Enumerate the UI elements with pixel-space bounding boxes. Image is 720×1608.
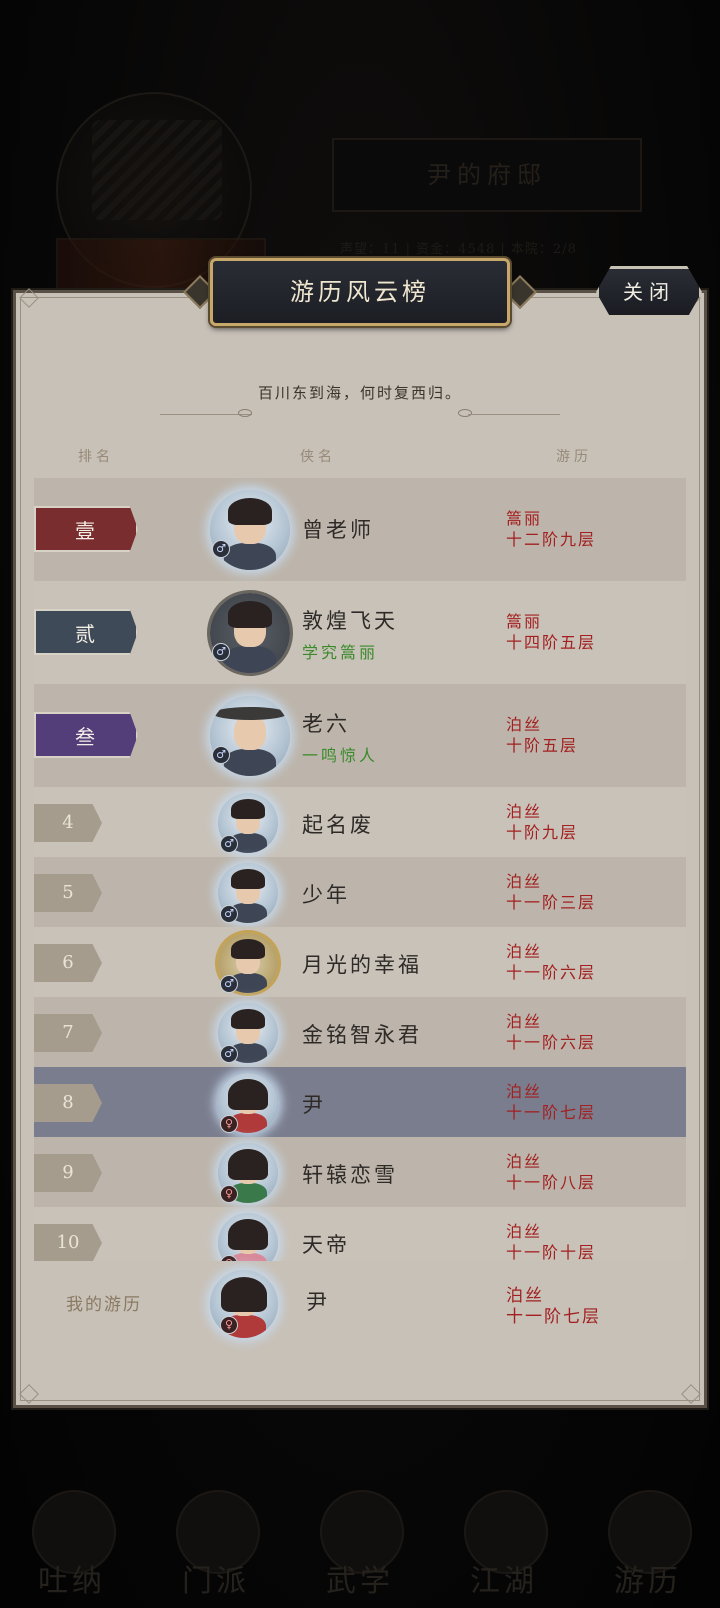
male-icon: ♂ [220, 905, 238, 923]
leaderboard-row[interactable]: 6 ♂ 月光的幸福 泊丝十一阶六层 [34, 927, 686, 997]
realm-name: 篙丽 [506, 612, 543, 631]
player-realm: 泊丝 十一阶六层 [506, 941, 596, 983]
dialog-subtitle: 百川东到海，何时复西归。 [257, 384, 462, 402]
player-name: 月光的幸福 [302, 953, 422, 977]
realm-name: 泊丝 [506, 1222, 543, 1241]
leaderboard-row[interactable]: 4 ♂ 起名废 泊丝十阶九层 [34, 787, 686, 857]
player-avatar [218, 1213, 278, 1261]
player-realm: 泊丝 十一阶三层 [506, 871, 596, 913]
realm-level: 十一阶六层 [506, 1033, 597, 1052]
player-name: 曾老师 [302, 518, 374, 542]
dialog-title: 游历风云榜 [210, 258, 510, 326]
male-icon: ♂ [212, 746, 230, 764]
cloud-ornament-icon [458, 409, 472, 417]
player-name: 天帝 [302, 1233, 350, 1257]
male-icon: ♂ [212, 540, 230, 558]
player-name: 轩辕恋雪 [302, 1163, 398, 1187]
male-icon: ♂ [212, 643, 230, 661]
leaderboard-row[interactable]: 7 ♂ 金铭智永君 泊丝十一阶六层 [34, 997, 686, 1067]
realm-level: 十一阶六层 [506, 963, 597, 982]
my-realm: 泊丝 十一阶七层 [506, 1286, 601, 1328]
player-title: 一鸣惊人 [302, 746, 379, 765]
realm-name: 泊丝 [506, 1012, 543, 1031]
leaderboard-row[interactable]: 5 ♂ 少年 泊丝十一阶三层 [34, 857, 686, 927]
header-name: 侠名 [300, 449, 336, 465]
leaderboard-list: 壹 ♂ 曾老师 篙丽 十二阶九层 贰 ♂ 敦煌飞天 学究篙丽 篙丽 十四阶五层 叁 … [34, 478, 686, 1261]
player-realm: 泊丝 十阶九层 [506, 801, 578, 843]
realm-name: 泊丝 [506, 1286, 544, 1306]
leaderboard-row[interactable]: 贰 ♂ 敦煌飞天 学究篙丽 篙丽十四阶五层 [34, 581, 686, 684]
player-name: 起名废 [302, 813, 374, 837]
realm-name: 篙丽 [506, 509, 543, 528]
player-realm: 篙丽 十四阶五层 [506, 611, 596, 653]
female-icon: ♀ [220, 1185, 238, 1203]
header-realm: 游历 [556, 449, 592, 465]
player-realm: 泊丝 十一阶八层 [506, 1151, 596, 1193]
rank-badge: 8 [34, 1084, 102, 1122]
leaderboard-row[interactable]: 叁 ♂ 老六 一鸣惊人 泊丝十阶五层 [34, 684, 686, 787]
female-icon: ♀ [220, 1316, 238, 1334]
realm-level: 十阶九层 [506, 823, 579, 842]
male-icon: ♂ [220, 975, 238, 993]
player-name: 老六 [302, 712, 350, 736]
realm-level: 十一阶八层 [506, 1173, 597, 1192]
realm-level: 十一阶七层 [506, 1103, 597, 1122]
rank-badge: 壹 [34, 506, 138, 552]
player-realm: 泊丝 十一阶六层 [506, 1011, 596, 1053]
realm-name: 泊丝 [506, 1152, 543, 1171]
close-button[interactable]: 关闭 [596, 266, 702, 318]
rank-badge: 贰 [34, 609, 138, 655]
divider [468, 414, 560, 415]
leaderboard-row-current-player[interactable]: 8 ♀ 尹 泊丝十一阶七层 [34, 1067, 686, 1137]
player-name: 敦煌飞天 [302, 609, 398, 633]
rank-badge: 6 [34, 944, 102, 982]
realm-level: 十二阶九层 [506, 530, 597, 549]
player-realm: 泊丝 十一阶十层 [506, 1221, 596, 1261]
player-realm: 泊丝 十一阶七层 [506, 1081, 596, 1123]
player-title: 学究篙丽 [302, 643, 379, 662]
cloud-ornament-icon [238, 409, 252, 417]
player-avatar [210, 490, 290, 570]
leaderboard-row[interactable]: 9 ♀ 轩辕恋雪 泊丝十一阶八层 [34, 1137, 686, 1207]
my-ranking-label: 我的游历 [66, 1295, 142, 1315]
corner-ornament [19, 288, 39, 308]
player-realm: 泊丝 十阶五层 [506, 714, 578, 756]
my-ranking: 我的游历 ♀ 尹 泊丝 十一阶七层 [34, 1256, 686, 1350]
realm-name: 泊丝 [506, 942, 543, 961]
realm-name: 泊丝 [506, 872, 543, 891]
player-name: 尹 [302, 1093, 326, 1117]
rank-badge: 叁 [34, 712, 138, 758]
player-name: 少年 [302, 883, 350, 907]
player-avatar [210, 696, 290, 776]
player-avatar [210, 593, 290, 673]
header-rank: 排名 [78, 449, 114, 465]
player-name: 金铭智永君 [302, 1023, 422, 1047]
realm-name: 泊丝 [506, 802, 543, 821]
corner-ornament [681, 1384, 701, 1404]
rank-badge: 9 [34, 1154, 102, 1192]
male-icon: ♂ [220, 835, 238, 853]
leaderboard-row[interactable]: 10 ♀ 天帝 泊丝十一阶十层 [34, 1207, 686, 1261]
rank-badge: 5 [34, 874, 102, 912]
realm-level: 十四阶五层 [506, 633, 597, 652]
male-icon: ♂ [220, 1045, 238, 1063]
realm-level: 十阶五层 [506, 736, 579, 755]
realm-name: 泊丝 [506, 1082, 543, 1101]
rank-badge: 4 [34, 804, 102, 842]
leaderboard-row[interactable]: 壹 ♂ 曾老师 篙丽十二阶九层 [34, 478, 686, 581]
realm-level: 十一阶七层 [506, 1307, 601, 1327]
realm-level: 十一阶三层 [506, 893, 597, 912]
female-icon: ♀ [220, 1115, 238, 1133]
rank-badge: 7 [34, 1014, 102, 1052]
realm-name: 泊丝 [506, 715, 543, 734]
player-realm: 篙丽 十二阶九层 [506, 508, 596, 550]
my-name: 尹 [306, 1290, 330, 1314]
corner-ornament [19, 1384, 39, 1404]
